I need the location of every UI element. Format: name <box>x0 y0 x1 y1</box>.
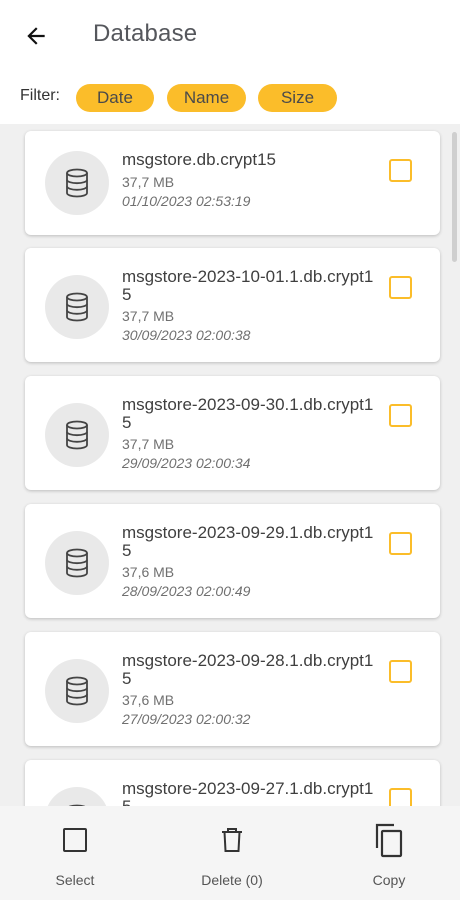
file-size: 37,6 MB <box>122 692 175 708</box>
filter-chip-name[interactable]: Name <box>167 84 246 112</box>
copy-icon <box>375 823 403 858</box>
file-checkbox[interactable] <box>389 404 412 427</box>
file-checkbox[interactable] <box>389 532 412 555</box>
file-name: msgstore-2023-10-01.1.db.crypt15 <box>122 267 374 304</box>
trash-icon <box>222 828 242 852</box>
checkbox-outline-icon <box>63 828 87 852</box>
file-checkbox[interactable] <box>389 159 412 182</box>
file-date: 27/09/2023 02:00:32 <box>122 711 251 727</box>
database-icon <box>66 420 88 450</box>
file-list[interactable]: msgstore.db.crypt15 37,7 MB 01/10/2023 0… <box>0 124 460 806</box>
file-date: 28/09/2023 02:00:49 <box>122 583 251 599</box>
file-card[interactable]: msgstore.db.crypt15 37,7 MB 01/10/2023 0… <box>25 131 440 235</box>
file-checkbox[interactable] <box>389 660 412 683</box>
file-name: msgstore-2023-09-29.1.db.crypt15 <box>122 523 374 560</box>
page-title: Database <box>93 20 198 47</box>
file-avatar <box>45 787 109 806</box>
file-card[interactable]: msgstore-2023-09-27.1.db.crypt15 <box>25 760 440 806</box>
database-icon <box>66 168 88 198</box>
file-avatar <box>45 151 109 215</box>
file-size: 37,6 MB <box>122 564 175 580</box>
file-date: 30/09/2023 02:00:38 <box>122 327 251 343</box>
delete-label: Delete (0) <box>201 872 263 888</box>
filter-chip-date[interactable]: Date <box>76 84 154 112</box>
file-card[interactable]: msgstore-2023-09-28.1.db.crypt15 37,6 MB… <box>25 632 440 746</box>
file-name: msgstore-2023-09-27.1.db.crypt15 <box>122 779 374 807</box>
database-icon <box>66 676 88 706</box>
file-size: 37,7 MB <box>122 174 175 190</box>
bottom-action-bar: Select Delete (0) Copy <box>0 806 460 900</box>
file-date: 01/10/2023 02:53:19 <box>122 193 251 209</box>
app-bar: Database <box>0 0 460 74</box>
file-card[interactable]: msgstore-2023-10-01.1.db.crypt15 37,7 MB… <box>25 248 440 362</box>
select-label: Select <box>55 872 95 888</box>
database-icon <box>66 292 88 322</box>
file-name: msgstore-2023-09-30.1.db.crypt15 <box>122 395 374 432</box>
filter-label: Filter: <box>20 87 60 104</box>
file-avatar <box>45 531 109 595</box>
file-avatar <box>45 275 109 339</box>
delete-button[interactable]: Delete (0) <box>172 820 292 892</box>
file-name: msgstore.db.crypt15 <box>122 150 277 169</box>
file-size: 37,7 MB <box>122 436 175 452</box>
file-card[interactable]: msgstore-2023-09-29.1.db.crypt15 37,6 MB… <box>25 504 440 618</box>
file-name: msgstore-2023-09-28.1.db.crypt15 <box>122 651 374 688</box>
file-checkbox[interactable] <box>389 276 412 299</box>
copy-label: Copy <box>372 872 406 888</box>
file-card[interactable]: msgstore-2023-09-30.1.db.crypt15 37,7 MB… <box>25 376 440 490</box>
file-date: 29/09/2023 02:00:34 <box>122 455 251 471</box>
copy-button[interactable]: Copy <box>329 820 449 892</box>
select-button[interactable]: Select <box>15 820 135 892</box>
back-button[interactable] <box>18 18 54 54</box>
file-size: 37,7 MB <box>122 308 175 324</box>
filter-chip-size[interactable]: Size <box>258 84 337 112</box>
file-avatar <box>45 659 109 723</box>
scrollbar[interactable] <box>452 132 457 262</box>
database-icon <box>66 548 88 578</box>
file-checkbox[interactable] <box>389 788 412 806</box>
arrow-left-icon <box>27 27 45 45</box>
file-avatar <box>45 403 109 467</box>
filter-bar: Filter: Date Name Size <box>0 82 460 116</box>
